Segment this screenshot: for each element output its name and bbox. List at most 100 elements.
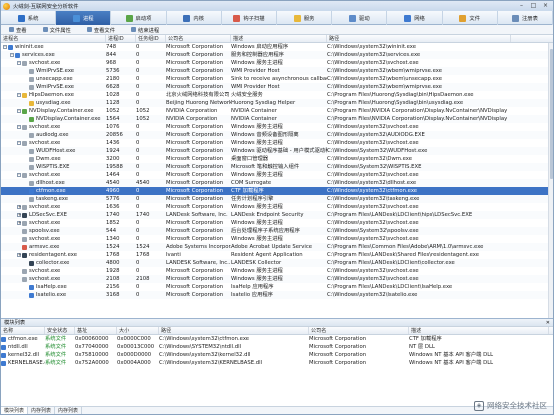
table-row[interactable]: + svchost.exe 1636 0 Microsoft Corporation Wi… xyxy=(1,203,553,211)
expand-toggle-icon[interactable]: + xyxy=(17,213,21,217)
table-row[interactable]: Isatelio.exe 3168 0 Microsoft Corporation Is… xyxy=(1,291,553,299)
table-row[interactable]: taskeng.exe 5776 0 Microsoft Corporation 任务计… xyxy=(1,195,553,203)
expand-toggle-icon[interactable]: - xyxy=(17,125,21,129)
table-row[interactable]: IsaHelp.exe 2156 0 Microsoft Corporation Isa… xyxy=(1,283,553,291)
module-name: ntdll.dll xyxy=(8,344,28,350)
table-row[interactable]: - NVDisplay.Container.exe 1052 1052 NVIDIA C… xyxy=(1,107,553,115)
scrollbar-thumb[interactable] xyxy=(550,49,553,179)
column-header[interactable]: 公司名 xyxy=(309,327,409,334)
tab-process[interactable]: 进程 xyxy=(56,11,112,25)
expand-toggle-icon[interactable]: + xyxy=(17,253,21,257)
description-cell: COM Surrogate xyxy=(231,180,272,186)
column-header[interactable]: 描述 xyxy=(409,327,549,334)
table-row[interactable]: WISPTIS.EXE 19588 0 Microsoft Corporation Mi… xyxy=(1,163,553,171)
tab-startup[interactable]: 启动项 xyxy=(111,11,167,25)
column-header[interactable]: 任务组ID xyxy=(136,35,166,42)
table-row[interactable]: armsvc.exe 1524 1524 Adobe Systems Incorpor… xyxy=(1,243,553,251)
expand-toggle-icon[interactable]: - xyxy=(17,109,21,113)
table-row[interactable]: - svchost.exe 1076 0 Microsoft Corporation Wi… xyxy=(1,123,553,131)
bottom-tab[interactable]: 内存列表 xyxy=(28,407,56,414)
column-header[interactable]: 描述 xyxy=(231,35,327,42)
table-row[interactable]: collector.exe 4800 0 LANDESK Software, Inc.… xyxy=(1,259,553,267)
column-header[interactable]: 大小 xyxy=(117,327,159,334)
table-row[interactable]: ctfmon.exe 系统文件 0x00060000 0x0000C000 C:\Win… xyxy=(1,335,553,343)
tab-network[interactable]: 网络 xyxy=(387,11,443,25)
column-header[interactable]: 公司名 xyxy=(166,35,231,42)
table-row[interactable]: svchost.exe 2108 2108 Microsoft Corporation… xyxy=(1,275,553,283)
table-row[interactable]: + residentagent.exe 1768 1768 Ivanti Resident… xyxy=(1,251,553,259)
table-row[interactable]: - HipsDaemon.exe 1028 0 北京火绒网络科技有限公司 火绒安全服务 C:… xyxy=(1,91,553,99)
table-row[interactable]: + svchost.exe 1852 0 Microsoft Corporation Wi… xyxy=(1,219,553,227)
startup-icon xyxy=(125,14,133,22)
column-header[interactable]: 路径 xyxy=(159,327,309,334)
table-row[interactable]: svchost.exe 1340 0 Microsoft Corporation Win… xyxy=(1,235,553,243)
table-row[interactable]: ctfmon.exe 4960 0 Microsoft Corporation CTF … xyxy=(1,187,553,195)
toolbar-button[interactable]: 结束进程 xyxy=(123,26,167,34)
column-header[interactable]: 安全状态 xyxy=(45,327,75,334)
process-scrollbar[interactable] xyxy=(548,43,553,318)
table-row[interactable]: - svchost.exe 1436 0 Microsoft Corporation Wi… xyxy=(1,139,553,147)
column-header[interactable]: 路径 xyxy=(327,35,511,42)
table-row[interactable]: usysdiag.exe 1128 0 Beijing Huorong Network… xyxy=(1,99,553,107)
panel-close-icon[interactable]: ✕ xyxy=(546,319,550,327)
table-row[interactable]: dllhost.exe 4540 4540 Microsoft Corporation… xyxy=(1,179,553,187)
bottom-tab[interactable]: 模块列表 xyxy=(1,407,29,414)
close-icon[interactable]: × xyxy=(540,2,551,9)
table-row[interactable]: + LDSecSvc.EXE 1740 1740 LANDesk Software, I… xyxy=(1,211,553,219)
table-row[interactable]: - wininit.exe 748 0 Microsoft Corporation Win… xyxy=(1,43,553,51)
table-row[interactable]: spoolsv.exe 544 0 Microsoft Corporation 后台处理… xyxy=(1,227,553,235)
expand-toggle-icon[interactable]: - xyxy=(10,53,14,57)
company-cell: Microsoft Corporation xyxy=(166,276,224,282)
maximize-icon[interactable]: □ xyxy=(528,2,539,9)
process-name: dllhost.exe xyxy=(36,180,65,186)
tab-driver[interactable]: 驱动 xyxy=(332,11,388,25)
table-row[interactable]: WUDFHost.exe 1924 0 Microsoft Corporation Wi… xyxy=(1,147,553,155)
toolbar-button[interactable]: 文件属性 xyxy=(35,26,79,34)
column-header[interactable]: 名称 xyxy=(1,327,45,334)
column-header[interactable]: 基址 xyxy=(75,327,117,334)
table-row[interactable]: unsecapp.exe 2180 0 Microsoft Corporation Si… xyxy=(1,75,553,83)
minimize-icon[interactable]: – xyxy=(516,2,527,9)
table-row[interactable]: svchost.exe 1928 0 Microsoft Corporation Win… xyxy=(1,267,553,275)
column-header[interactable]: 进程ID xyxy=(106,35,136,42)
expand-toggle-icon[interactable]: - xyxy=(17,61,21,65)
tab-registry[interactable]: 注册表 xyxy=(498,11,553,25)
pid-cell: 6628 xyxy=(106,84,120,90)
company-cell: Microsoft Corporation xyxy=(166,148,224,154)
expand-toggle-icon[interactable]: - xyxy=(17,93,21,97)
path-cell: C:\Program Files\Huorong\Sysdiag\bin\Hip… xyxy=(327,92,474,98)
tab-kernel[interactable]: 内核 xyxy=(167,11,222,25)
tab-hook[interactable]: 钩子扫描 xyxy=(222,11,278,25)
column-header[interactable]: 进程名 xyxy=(1,35,106,42)
group-id-cell: 1052 xyxy=(136,116,150,122)
tab-label: 内核 xyxy=(193,16,205,22)
table-row[interactable]: - svchost.exe 968 0 Microsoft Corporation Win… xyxy=(1,59,553,67)
security-status-cell: 系统文件 xyxy=(45,344,67,350)
base-address-cell: 0x752A0000 xyxy=(75,360,109,366)
tab-file[interactable]: 文件 xyxy=(443,11,498,25)
table-row[interactable]: - services.exe 844 0 Microsoft Corporation 服务… xyxy=(1,51,553,59)
table-row[interactable]: WmiPrvSE.exe 6628 0 Microsoft Corporation WM… xyxy=(1,83,553,91)
expand-toggle-icon[interactable]: + xyxy=(17,205,21,209)
table-row[interactable]: WmiPrvSE.exe 5736 0 Microsoft Corporation WM… xyxy=(1,67,553,75)
module-name: KERNELBASE.dll xyxy=(8,360,45,366)
table-row[interactable]: KERNELBASE.dll系统文件 0x752A0000 0x0004A000 C:… xyxy=(1,359,553,367)
toolbar-label: 查看 xyxy=(16,27,27,34)
module-icon xyxy=(1,336,6,342)
table-row[interactable]: kernel32.dll 系统文件 0x75810000 0x000D0000 C:\W… xyxy=(1,351,553,359)
tab-service[interactable]: 服务 xyxy=(277,11,333,25)
bottom-tab[interactable]: 内存列表 xyxy=(55,407,83,414)
company-cell: Microsoft Corporation xyxy=(166,140,224,146)
table-row[interactable]: Dwm.exe 3200 0 Microsoft Corporation 桌面窗口管理器… xyxy=(1,155,553,163)
expand-toggle-icon[interactable]: - xyxy=(17,141,21,145)
expand-toggle-icon[interactable]: - xyxy=(17,173,21,177)
table-row[interactable]: ntdll.dll 系统文件 0x77040000 0x00013C000 C:\Win… xyxy=(1,343,553,351)
expand-toggle-icon[interactable]: - xyxy=(3,45,7,49)
toolbar-button[interactable]: 查看文件 xyxy=(79,26,123,34)
expand-toggle-icon[interactable]: + xyxy=(17,221,21,225)
table-row[interactable]: audiodg.exe 20856 0 Microsoft Corporation Wi… xyxy=(1,131,553,139)
toolbar-button[interactable]: 查看 xyxy=(1,26,35,34)
table-row[interactable]: - svchost.exe 1464 0 Microsoft Corporation Wi… xyxy=(1,171,553,179)
tab-monitor[interactable]: 系统 xyxy=(1,11,57,25)
table-row[interactable]: NVDisplay.Container.exe 1564 1052 NVIDIA Co… xyxy=(1,115,553,123)
